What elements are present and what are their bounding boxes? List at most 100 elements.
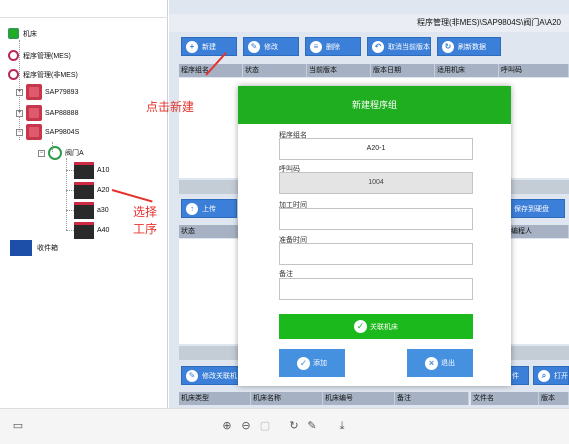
machine-icon — [74, 202, 94, 219]
tree-item-sap79893[interactable]: + SAP79893 — [16, 84, 78, 100]
table-header: 程序组名 状态 当前版本 版本日期 适用机床 呼叫码 — [179, 64, 569, 77]
column-header: 版本 — [539, 392, 569, 405]
breadcrumb: 程序管理(非MES)\SAP9804S\阀门A\A20 — [169, 14, 569, 32]
tree-item-label: 程序管理(MES) — [23, 52, 71, 60]
column-header: 机床名称 — [251, 392, 323, 405]
zoom-out-icon[interactable]: ⊖ — [240, 420, 252, 432]
column-header: 适用机床 — [435, 64, 499, 77]
tree-connector — [66, 190, 74, 191]
tree-panel: 机床 程序管理(MES) 程序管理(非MES) + SAP79893 + SAP… — [0, 0, 168, 408]
expand-icon[interactable]: + — [16, 109, 23, 117]
button-label: 修改关联机 — [202, 372, 237, 380]
dialog-title: 新建程序组 — [238, 86, 511, 124]
link-machine-button[interactable]: ✓ 关联机床 — [279, 314, 473, 339]
cube-icon — [26, 124, 42, 140]
column-header: 当前版本 — [307, 64, 371, 77]
check-icon: ✓ — [297, 356, 310, 370]
tree-item-a10[interactable]: A10 — [74, 162, 109, 179]
edit-button[interactable]: ✎ 修改 — [243, 37, 299, 56]
tree-item-a20[interactable]: A20 — [74, 182, 109, 199]
undo-icon: ↶ — [372, 40, 384, 53]
cancel-version-button[interactable]: ↶ 取消当前版本 — [367, 37, 431, 56]
panel-toggle-icon[interactable]: ▭ — [12, 420, 24, 432]
machine-icon — [74, 162, 94, 179]
machining-time-input[interactable] — [279, 208, 473, 230]
open-button[interactable]: ⌕ 打开 — [533, 366, 569, 385]
collapse-icon[interactable]: − — [38, 149, 45, 157]
cube-icon — [26, 84, 42, 100]
tree-connector — [66, 230, 74, 231]
column-header: 呼叫码 — [499, 64, 569, 77]
machine-folder-icon — [8, 28, 19, 39]
tree-connector — [66, 210, 74, 211]
tree-item-label: 阀门A — [65, 150, 84, 157]
exit-button[interactable]: × 退出 — [407, 349, 473, 377]
trash-icon: ≡ — [310, 40, 322, 53]
button-label: 上传 — [202, 205, 216, 213]
button-label: 添加 — [313, 360, 327, 367]
tree-item-sap88888[interactable]: + SAP88888 — [16, 105, 78, 121]
zoom-in-icon[interactable]: ⊕ — [221, 420, 233, 432]
refresh-button[interactable]: ↻ 刷新数据 — [437, 37, 501, 56]
column-header: 机床类型 — [179, 392, 251, 405]
column-header: 机床编号 — [323, 392, 395, 405]
annotation-click-new: 点击新建 — [146, 100, 195, 114]
new-program-group-dialog: 新建程序组 程序组名 A20-1 呼叫码 1004 加工时间 准备时间 备注 ✓… — [238, 86, 511, 386]
rotate-icon[interactable]: ↻ — [288, 420, 300, 432]
inbox-icon — [10, 240, 32, 256]
note-input[interactable] — [279, 278, 473, 300]
refresh-icon: ↻ — [442, 40, 454, 53]
bottom-toolbar: ▭ ⊕ ⊖ ▢ ↻ ✎ ⤓ — [0, 408, 569, 444]
table-header: 机床类型 机床名称 机床编号 备注 — [179, 392, 469, 405]
tree-item-label: 机床 — [23, 30, 37, 38]
column-header: 备注 — [395, 392, 469, 405]
button-label: 关联机床 — [370, 323, 398, 331]
download-icon[interactable]: ⤓ — [336, 420, 348, 432]
tree-item-label: a30 — [97, 207, 109, 214]
tree-item-inbox[interactable]: 收件箱 — [10, 240, 58, 256]
pencil-icon: ✎ — [248, 40, 260, 53]
tree-item-label: 程序管理(非MES) — [23, 71, 78, 79]
machine-icon — [74, 182, 94, 199]
table-header: 文件名 版本 — [471, 392, 569, 405]
close-icon: × — [425, 356, 438, 370]
annotation-select-process: 选择工序 — [133, 205, 158, 236]
column-header: 文件名 — [471, 392, 539, 405]
tree-item-valve-a[interactable]: − 阀门A — [38, 146, 84, 160]
add-button[interactable]: ✓ 添加 — [279, 349, 345, 377]
tree-item-program-non-mes[interactable]: 程序管理(非MES) — [8, 69, 78, 80]
save-disk-button[interactable]: 保存到硬盘 — [509, 199, 565, 218]
button-label: 删除 — [326, 43, 340, 51]
column-header: 状态 — [243, 64, 307, 77]
column-header: 版本日期 — [371, 64, 435, 77]
tree-item-label: A20 — [97, 187, 110, 194]
tree-connector — [66, 158, 67, 230]
tree-item-sap9804s[interactable]: − SAP9804S — [16, 124, 79, 140]
prep-time-input[interactable] — [279, 243, 473, 265]
fit-icon[interactable]: ▢ — [259, 420, 271, 432]
tree-connector — [66, 170, 74, 171]
plus-icon: + — [186, 40, 198, 53]
expand-icon[interactable]: + — [16, 88, 23, 96]
machine-icon — [74, 222, 94, 239]
tree-item-a40[interactable]: A40 — [74, 222, 109, 239]
button-label: 件 — [512, 372, 519, 380]
upload-button[interactable]: ↑ 上传 — [181, 199, 237, 218]
tree-item-label: A40 — [97, 227, 110, 234]
tree-item-program-mes[interactable]: 程序管理(MES) — [8, 50, 71, 61]
tree-header — [0, 0, 168, 18]
search-icon: ⌕ — [538, 369, 550, 382]
button-label: 新建 — [202, 43, 216, 51]
annotation-arrow — [111, 189, 153, 203]
tree-item-machines[interactable]: 机床 — [8, 28, 37, 39]
new-button[interactable]: + 新建 — [181, 37, 237, 56]
upload-icon: ↑ — [186, 202, 198, 215]
collapse-icon[interactable]: − — [16, 128, 23, 136]
button-label: 退出 — [441, 360, 455, 367]
edit-icon[interactable]: ✎ — [306, 420, 318, 432]
program-group-name-input[interactable]: A20-1 — [279, 138, 473, 160]
gear-icon — [8, 69, 19, 80]
delete-button[interactable]: ≡ 删除 — [305, 37, 361, 56]
pencil-icon: ✎ — [186, 369, 198, 382]
tree-item-a30[interactable]: a30 — [74, 202, 109, 219]
